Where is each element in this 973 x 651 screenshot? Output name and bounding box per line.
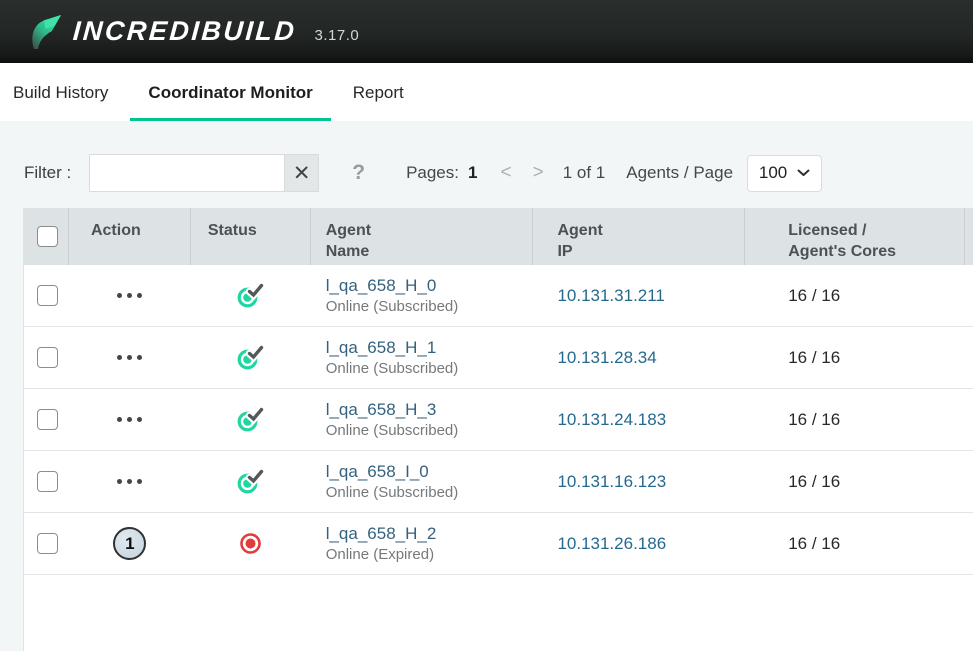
- agent-name-link[interactable]: l_qa_658_I_0: [326, 462, 534, 482]
- status-online-subscribed-icon: [236, 344, 265, 371]
- column-header-agent-name: AgentName: [311, 208, 534, 265]
- filter-label: Filter :: [24, 163, 71, 183]
- close-icon: ✕: [293, 163, 311, 184]
- table-body: l_qa_658_H_0 Online (Subscribed) 10.131.…: [24, 265, 973, 575]
- agent-cores: 16 / 16: [788, 348, 840, 367]
- tabbar: Build History Coordinator Monitor Report: [0, 63, 973, 121]
- incredibuild-app: INCREDIBUILD 3.17.0 Build History Coordi…: [0, 0, 973, 651]
- current-page: 1: [468, 163, 477, 183]
- agent-state: Online (Expired): [326, 546, 534, 563]
- toolbar: Filter : ✕ ? Pages: 1 < > 1 of 1 Agents …: [0, 121, 973, 208]
- column-header-agent-ip: AgentIP: [533, 208, 745, 265]
- status-online-subscribed-icon: [236, 406, 265, 433]
- prev-page-button[interactable]: <: [500, 162, 511, 184]
- agent-state: Online (Subscribed): [326, 484, 534, 501]
- per-page-label: Agents / Page: [626, 163, 733, 183]
- table-row: l_qa_658_H_0 Online (Subscribed) 10.131.…: [24, 265, 973, 327]
- tab-coordinator-monitor[interactable]: Coordinator Monitor: [130, 67, 330, 121]
- agent-state: Online (Subscribed): [326, 298, 534, 315]
- table-row: 1 l_qa_658_H_2 Online (Expired) 10.131.2…: [24, 513, 973, 575]
- agent-name-link[interactable]: l_qa_658_H_1: [326, 338, 534, 358]
- help-icon[interactable]: ?: [352, 161, 365, 185]
- filter-input[interactable]: [89, 154, 285, 192]
- row-checkbox[interactable]: [37, 533, 58, 554]
- column-header-licensed-cores: Licensed /Agent's Cores: [745, 208, 965, 265]
- table-header: Action Status AgentName AgentIP Licensed…: [24, 208, 973, 265]
- table-row: l_qa_658_H_1 Online (Subscribed) 10.131.…: [24, 327, 973, 389]
- agent-ip: 10.131.26.186: [557, 534, 666, 553]
- agent-ip: 10.131.28.34: [557, 348, 656, 367]
- page-info: 1 of 1: [563, 163, 606, 183]
- column-header-extra: [965, 208, 973, 265]
- agent-cores: 16 / 16: [788, 472, 840, 491]
- table-row: l_qa_658_I_0 Online (Subscribed) 10.131.…: [24, 451, 973, 513]
- column-header-action: Action: [69, 208, 191, 265]
- agent-cores: 16 / 16: [788, 534, 840, 553]
- row-actions-menu[interactable]: [115, 473, 144, 490]
- chevron-down-icon: [797, 169, 810, 177]
- tab-build-history[interactable]: Build History: [13, 67, 108, 121]
- column-header-status: Status: [191, 208, 311, 265]
- row-actions-menu[interactable]: [115, 411, 144, 428]
- pages-label: Pages:: [406, 163, 459, 183]
- row-actions-menu[interactable]: [115, 349, 144, 366]
- agent-count-badge[interactable]: 1: [113, 527, 146, 560]
- brand-wordmark: INCREDIBUILD: [72, 16, 298, 47]
- clear-filter-button[interactable]: ✕: [285, 154, 319, 192]
- agents-table: Action Status AgentName AgentIP Licensed…: [23, 208, 973, 651]
- table-row: l_qa_658_H_3 Online (Subscribed) 10.131.…: [24, 389, 973, 451]
- agent-ip: 10.131.31.211: [557, 286, 664, 305]
- per-page-select[interactable]: 100: [747, 155, 822, 192]
- filter-group: ✕: [89, 154, 319, 192]
- status-online-expired-icon: [238, 531, 263, 556]
- agent-cores: 16 / 16: [788, 286, 840, 305]
- per-page-value: 100: [759, 163, 787, 183]
- row-actions-menu[interactable]: [115, 287, 144, 304]
- agent-name-link[interactable]: l_qa_658_H_2: [326, 524, 534, 544]
- next-page-button[interactable]: >: [533, 162, 544, 184]
- agent-name-link[interactable]: l_qa_658_H_3: [326, 400, 534, 420]
- incredibuild-logo-icon: [27, 13, 61, 51]
- select-all-checkbox[interactable]: [37, 226, 58, 247]
- status-online-subscribed-icon: [236, 282, 265, 309]
- status-online-subscribed-icon: [236, 468, 265, 495]
- topbar: INCREDIBUILD 3.17.0: [0, 0, 973, 63]
- agent-name-link[interactable]: l_qa_658_H_0: [326, 276, 534, 296]
- row-checkbox[interactable]: [37, 471, 58, 492]
- tab-report[interactable]: Report: [353, 67, 404, 121]
- row-checkbox[interactable]: [37, 347, 58, 368]
- select-all-cell: [24, 208, 69, 265]
- agent-ip: 10.131.16.123: [557, 472, 666, 491]
- row-checkbox[interactable]: [37, 409, 58, 430]
- agent-ip: 10.131.24.183: [557, 410, 666, 429]
- agent-state: Online (Subscribed): [326, 422, 534, 439]
- agent-state: Online (Subscribed): [326, 360, 534, 377]
- version-label: 3.17.0: [315, 27, 360, 44]
- row-checkbox[interactable]: [37, 285, 58, 306]
- agent-cores: 16 / 16: [788, 410, 840, 429]
- content-area: Filter : ✕ ? Pages: 1 < > 1 of 1 Agents …: [0, 121, 973, 651]
